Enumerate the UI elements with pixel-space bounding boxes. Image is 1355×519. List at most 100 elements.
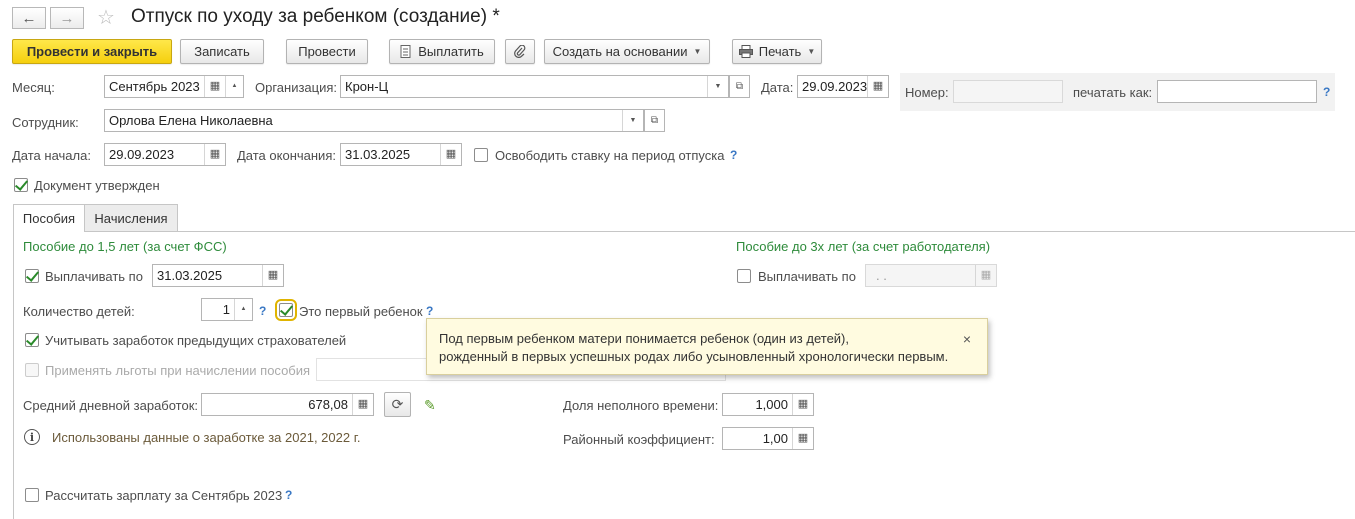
pay-until-checkbox[interactable] bbox=[25, 269, 39, 283]
organization-field[interactable]: Крон-Ц ▼ bbox=[340, 75, 729, 98]
free-rate-checkbox[interactable] bbox=[474, 148, 488, 162]
prev-insurers-checkbox[interactable] bbox=[25, 333, 39, 347]
write-label: Записать bbox=[194, 44, 250, 59]
calendar-icon[interactable]: ▦ bbox=[440, 144, 461, 165]
organization-value: Крон-Ц bbox=[345, 79, 389, 94]
avg-earnings-value: 678,08 bbox=[308, 397, 348, 412]
calculator-icon[interactable]: ▦ bbox=[792, 428, 813, 449]
region-coef-field[interactable]: 1,00 ▦ bbox=[722, 427, 814, 450]
first-child-label: Это первый ребенок bbox=[299, 304, 423, 319]
forward-button[interactable]: → bbox=[50, 7, 84, 29]
first-child-checkbox[interactable] bbox=[275, 299, 297, 321]
calendar-icon[interactable]: ▦ bbox=[204, 144, 225, 165]
post-and-close-label: Провести и закрыть bbox=[26, 44, 158, 59]
write-button[interactable]: Записать bbox=[180, 39, 264, 64]
window-title: Отпуск по уходу за ребенком (создание) * bbox=[131, 6, 500, 27]
close-icon[interactable]: × bbox=[963, 330, 971, 348]
help-icon[interactable]: ? bbox=[259, 304, 266, 318]
post-and-close-button[interactable]: Провести и закрыть bbox=[12, 39, 172, 64]
pay-label: Выплатить bbox=[418, 44, 484, 59]
open-employee-icon[interactable]: ⧉ bbox=[644, 109, 665, 132]
chevron-down-icon: ▼ bbox=[693, 47, 702, 56]
pay-until-value: 31.03.2025 bbox=[157, 268, 223, 283]
help-icon[interactable]: ? bbox=[730, 148, 737, 162]
tab-panel-border bbox=[13, 231, 14, 519]
calendar-icon[interactable]: ▦ bbox=[867, 76, 888, 97]
post-button[interactable]: Провести bbox=[286, 39, 368, 64]
start-date-value: 29.09.2023 bbox=[109, 147, 175, 162]
end-date-label: Дата окончания: bbox=[237, 148, 336, 163]
back-button[interactable]: ← bbox=[12, 7, 46, 29]
children-stepper-buttons[interactable]: ▲▼ bbox=[234, 299, 252, 320]
favorite-star-icon[interactable]: ☆ bbox=[97, 5, 115, 30]
prev-insurers-label: Учитывать заработок предыдущих страховат… bbox=[45, 333, 347, 348]
dropdown-arrow-icon[interactable]: ▼ bbox=[622, 110, 643, 131]
children-count-stepper[interactable]: 1 ▲▼ bbox=[201, 298, 253, 321]
calculator-icon[interactable]: ▦ bbox=[352, 394, 373, 415]
pay-until-field[interactable]: 31.03.2025 ▦ bbox=[152, 264, 284, 287]
calendar-icon[interactable]: ▦ bbox=[262, 265, 283, 286]
print-as-field[interactable] bbox=[1157, 80, 1317, 103]
tooltip-line-2: рожденный в первых успешных родах либо у… bbox=[439, 349, 949, 364]
avg-earnings-field[interactable]: 678,08 ▦ bbox=[201, 393, 374, 416]
print-as-label: печатать как: bbox=[1073, 85, 1153, 100]
calc-salary-checkbox[interactable] bbox=[25, 488, 39, 502]
privileges-checkbox bbox=[25, 363, 39, 377]
help-icon[interactable]: ? bbox=[426, 304, 433, 318]
children-count-value: 1 bbox=[222, 302, 230, 317]
approved-checkbox[interactable] bbox=[14, 178, 28, 192]
month-value: Сентябрь 2023 bbox=[109, 79, 200, 94]
print-button[interactable]: Печать ▼ bbox=[732, 39, 822, 64]
month-field[interactable]: Сентябрь 2023 ▦ ▲▼ bbox=[104, 75, 244, 98]
pencil-edit-icon[interactable]: ✎ bbox=[424, 397, 436, 414]
tab-benefits[interactable]: Пособия bbox=[13, 204, 85, 232]
end-date-value: 31.03.2025 bbox=[345, 147, 411, 162]
employee-value: Орлова Елена Николаевна bbox=[109, 113, 273, 128]
end-date-field[interactable]: 31.03.2025 ▦ bbox=[340, 143, 462, 166]
post-label: Провести bbox=[298, 44, 356, 59]
start-date-label: Дата начала: bbox=[12, 148, 91, 163]
info-icon: i bbox=[24, 429, 40, 445]
number-field bbox=[953, 80, 1063, 103]
create-based-on-label: Создать на основании bbox=[552, 44, 688, 59]
create-based-on-button[interactable]: Создать на основании ▼ bbox=[544, 39, 710, 64]
arrow-left-icon: ← bbox=[21, 9, 37, 27]
attach-button[interactable] bbox=[505, 39, 535, 64]
date-field[interactable]: 29.09.2023 ▦ bbox=[797, 75, 889, 98]
part-time-label: Доля неполного времени: bbox=[563, 398, 719, 413]
dropdown-arrow-icon[interactable]: ▼ bbox=[707, 76, 728, 97]
chevron-down-icon: ▼ bbox=[807, 47, 816, 56]
start-date-field[interactable]: 29.09.2023 ▦ bbox=[104, 143, 226, 166]
arrow-right-icon: → bbox=[59, 9, 75, 27]
printer-icon bbox=[738, 45, 753, 58]
employee-field[interactable]: Орлова Елена Николаевна ▼ bbox=[104, 109, 644, 132]
tab-divider bbox=[13, 231, 1355, 232]
calendar-icon: ▦ bbox=[975, 265, 996, 286]
pay-until-3-value: . . bbox=[876, 268, 887, 283]
tab-accruals[interactable]: Начисления bbox=[84, 204, 178, 231]
calc-salary-label: Рассчитать зарплату за Сентябрь 2023 bbox=[45, 488, 283, 503]
calendar-icon[interactable]: ▦ bbox=[204, 76, 225, 97]
number-label: Номер: bbox=[905, 85, 949, 100]
privileges-label: Применять льготы при начислении пособия bbox=[45, 363, 311, 378]
paperclip-icon bbox=[514, 44, 526, 58]
region-coef-value: 1,00 bbox=[762, 431, 788, 446]
pay-button[interactable]: Выплатить bbox=[389, 39, 495, 64]
approved-label: Документ утвержден bbox=[34, 178, 160, 193]
pay-until-3-field: . . ▦ bbox=[865, 264, 997, 287]
region-coef-label: Районный коэффициент: bbox=[563, 432, 715, 447]
pay-until-3-checkbox[interactable] bbox=[737, 269, 751, 283]
document-icon bbox=[400, 45, 411, 58]
month-stepper[interactable]: ▲▼ bbox=[225, 76, 243, 97]
open-organization-icon[interactable]: ⧉ bbox=[729, 75, 750, 98]
help-icon[interactable]: ? bbox=[1323, 85, 1330, 99]
avg-earnings-label: Средний дневной заработок: bbox=[23, 398, 199, 413]
help-icon[interactable]: ? bbox=[285, 488, 292, 502]
tab-benefits-label: Пособия bbox=[22, 211, 76, 226]
part-time-field[interactable]: 1,000 ▦ bbox=[722, 393, 814, 416]
print-label: Печать bbox=[758, 44, 802, 59]
calculator-icon[interactable]: ▦ bbox=[792, 394, 813, 415]
refresh-button[interactable]: ⟳ bbox=[384, 392, 411, 417]
first-child-tooltip: Под первым ребенком матери понимается ре… bbox=[426, 318, 988, 375]
tooltip-line-1: Под первым ребенком матери понимается ре… bbox=[439, 331, 850, 346]
